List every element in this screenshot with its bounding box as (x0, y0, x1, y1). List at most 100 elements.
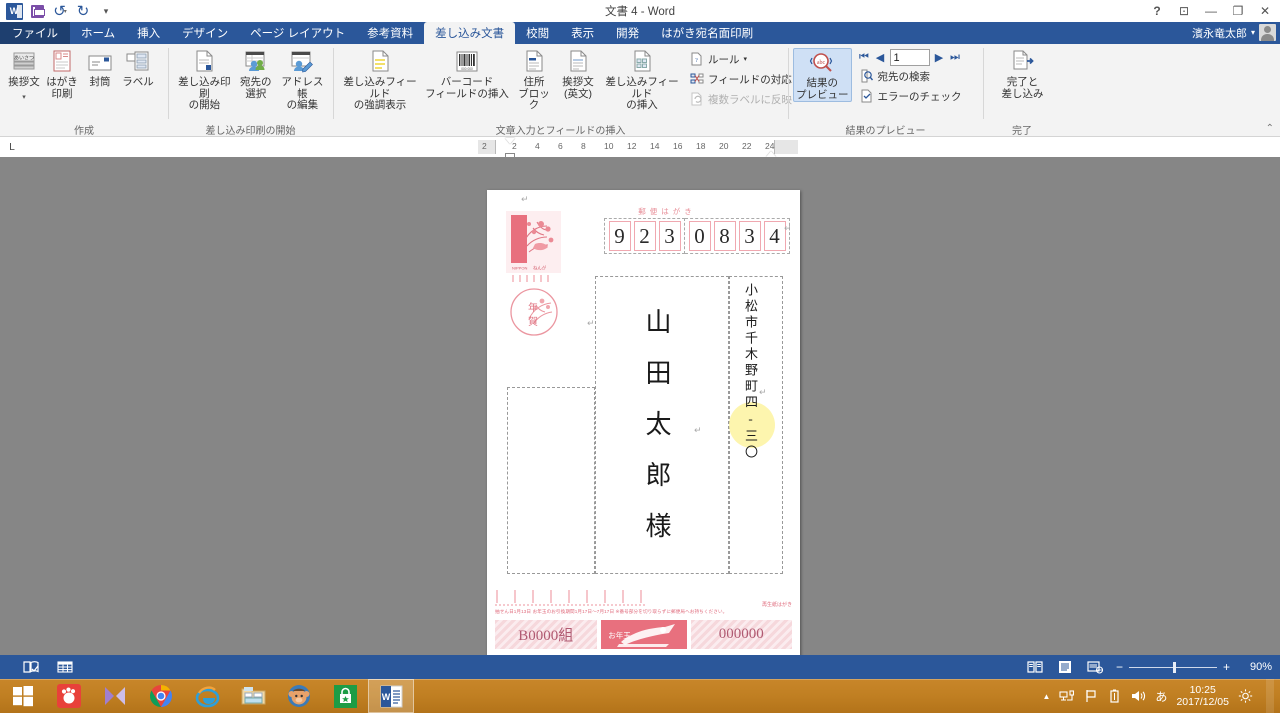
taskbar-clock[interactable]: 10:25 2017/12/05 (1176, 684, 1229, 708)
avatar[interactable] (1259, 24, 1276, 41)
read-mode-button[interactable] (1026, 659, 1044, 675)
preview-icon: abc (809, 50, 835, 76)
tab-2[interactable]: デザイン (171, 22, 239, 44)
insert-barcode-field-button[interactable]: 000 000 バーコード フィールドの挿入 (422, 47, 512, 100)
tab-8[interactable]: 開発 (605, 22, 650, 44)
brightness-icon[interactable] (1238, 689, 1253, 704)
web-layout-button[interactable] (1086, 659, 1104, 675)
update-labels-label: 複数ラベルに反映 (708, 93, 792, 106)
svg-text:あいさつ: あいさつ (14, 55, 34, 62)
start-button[interactable] (0, 679, 46, 713)
print-layout-button[interactable] (1056, 659, 1074, 675)
taskbar-media-player[interactable] (92, 679, 138, 713)
envelope-button[interactable]: 封筒 (81, 47, 119, 89)
find-recipient-button[interactable]: 宛先の検索 (856, 66, 966, 86)
zoom-out-button[interactable]: − (1116, 660, 1123, 674)
taskbar-monkey-app[interactable] (276, 679, 322, 713)
start-mail-merge-button[interactable]: 差し込み印刷 の開始 (173, 47, 236, 112)
first-record-button[interactable]: ⏮ (858, 51, 871, 64)
zoom-level-label[interactable]: 90% (1242, 661, 1272, 673)
preview-results-button[interactable]: abc 結果の プレビュー (793, 48, 852, 102)
tab-file[interactable]: ファイル (0, 22, 70, 44)
taskbar-chrome[interactable] (138, 679, 184, 713)
taskbar-gom-player[interactable] (46, 679, 92, 713)
user-menu-chevron-icon[interactable]: ▾ (1251, 28, 1255, 37)
select-recipients-button[interactable]: 宛先の 選択 (236, 47, 276, 100)
tab-selector-button[interactable]: L (0, 137, 24, 157)
greeting-text-button[interactable]: あいさつ 挨拶文 ▾ (5, 47, 43, 103)
taskbar-file-explorer[interactable] (230, 679, 276, 713)
horizontal-ruler[interactable]: 2 2 4 6 8 10 12 14 16 18 20 22 24 (478, 138, 798, 160)
restore-button[interactable]: ❐ (1225, 1, 1251, 21)
tab-7[interactable]: 表示 (560, 22, 605, 44)
last-record-button[interactable]: ⏭ (949, 51, 962, 64)
volume-icon[interactable] (1131, 689, 1146, 704)
insert-merge-field-button[interactable]: 差し込みフィールド の挿入 (600, 47, 684, 112)
tab-5[interactable]: 差し込み文書 (424, 22, 516, 44)
zoom-slider[interactable]: − + (1116, 660, 1230, 674)
zoom-thumb[interactable] (1172, 661, 1176, 673)
match-fields-button[interactable]: フィールドの対応 (686, 69, 796, 89)
show-desktop-button[interactable] (1266, 679, 1274, 713)
rules-label: ルール (708, 53, 740, 66)
tab-3[interactable]: ページ レイアウト (239, 22, 356, 44)
minimize-button[interactable]: — (1198, 1, 1224, 21)
tab-0[interactable]: ホーム (70, 22, 126, 44)
battery-icon[interactable] (1107, 689, 1122, 704)
flag-icon[interactable] (1083, 689, 1098, 704)
label-button[interactable]: ラベル (119, 47, 157, 89)
ribbon-display-options-button[interactable]: ⊡ (1171, 1, 1197, 21)
title-bar: W ↺ ▾ ↻ ▾ 文書 4 - Word ? ⊡ — ❐ ✕ (0, 0, 1280, 22)
user-account-area[interactable]: 濱永竜太郎 ▾ (1192, 24, 1276, 41)
barcode-icon: 000 000 (454, 49, 480, 75)
greeting-text-caret-icon[interactable]: ▾ (22, 94, 26, 101)
undo-button[interactable]: ↺ ▾ (50, 1, 70, 21)
save-button[interactable] (27, 1, 47, 21)
ruler-tick: 12 (627, 141, 637, 151)
check-errors-label: エラーのチェック (877, 90, 962, 103)
tab-4[interactable]: 参考資料 (356, 22, 424, 44)
redo-button[interactable]: ↻ (73, 1, 93, 21)
rules-button[interactable]: ? ルール ▾ (686, 49, 796, 69)
postcard-print-button[interactable]: はがき 印刷 (43, 47, 81, 100)
proofing-icon[interactable] (22, 659, 40, 675)
status-left-icons (0, 659, 74, 675)
taskbar-word[interactable]: W (368, 679, 414, 713)
customize-quick-access-button[interactable]: ▾ (96, 1, 116, 21)
greeting-line-button[interactable]: 挨拶文 (英文) (556, 47, 600, 100)
taskbar-store[interactable] (322, 679, 368, 713)
tab-1[interactable]: 挿入 (126, 22, 171, 44)
previous-record-button[interactable]: ◀ (874, 51, 887, 64)
document-canvas[interactable]: ↵ NIPPON ねんが 年 賀 郵便はがき 9 2 3 0 8 3 4 ↵ 小… (0, 157, 1280, 655)
record-number-input[interactable]: 1 (889, 49, 930, 66)
network-icon[interactable] (1059, 689, 1075, 704)
tab-9[interactable]: はがき宛名面印刷 (650, 22, 764, 44)
rules-caret-icon[interactable]: ▾ (744, 55, 748, 63)
write-insert-small-buttons: ? ルール ▾ フィールドの対応 複数ラベルに反映 (686, 47, 796, 109)
document-page[interactable]: ↵ NIPPON ねんが 年 賀 郵便はがき 9 2 3 0 8 3 4 ↵ 小… (487, 190, 800, 655)
close-button[interactable]: ✕ (1252, 1, 1278, 21)
help-button[interactable]: ? (1144, 1, 1170, 21)
taskbar-internet-explorer[interactable] (184, 679, 230, 713)
tab-6[interactable]: 校閲 (515, 22, 560, 44)
sender-frame[interactable] (507, 387, 595, 574)
edit-recipient-list-button[interactable]: アドレス帳 の編集 (276, 47, 329, 112)
merge-data-icon[interactable] (56, 659, 74, 675)
ime-mode-indicator[interactable]: あ (1155, 688, 1167, 705)
select-recipients-label: 宛先の 選択 (239, 76, 272, 100)
tray-overflow-icon[interactable]: ▲ (1043, 692, 1051, 701)
collapse-ribbon-button[interactable]: ⌃ (1266, 123, 1274, 134)
system-tray: ▲ あ 10:25 2017/12/05 (1043, 679, 1280, 713)
zoom-track[interactable] (1128, 661, 1217, 673)
check-errors-button[interactable]: エラーのチェック (856, 86, 966, 106)
word-app-icon[interactable]: W (4, 1, 24, 21)
greeting-text-label: 挨拶文 (8, 76, 40, 88)
next-record-button[interactable]: ▶ (933, 51, 946, 64)
highlight-merge-fields-button[interactable]: 差し込みフィールド の強調表示 (338, 47, 422, 112)
status-right-controls: − + 90% (1026, 659, 1272, 675)
finish-and-merge-label: 完了と 差し込み (1001, 76, 1044, 100)
address-block-button[interactable]: 住所 ブロック (512, 47, 556, 112)
svg-text:賀: 賀 (528, 316, 538, 328)
finish-and-merge-button[interactable]: 完了と 差し込み (998, 47, 1048, 100)
zoom-in-button[interactable]: + (1223, 660, 1230, 674)
